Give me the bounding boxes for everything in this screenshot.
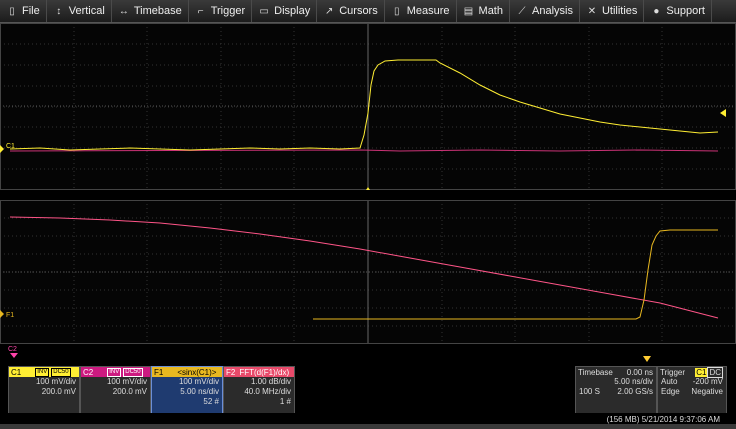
menu-support[interactable]: ● Support [644,0,712,22]
timebase-tile[interactable]: Timebase 0.00 ns 5.00 ns/div 100 S 2.00 … [575,366,657,414]
trigger-source: C1 [695,367,708,377]
menu-file[interactable]: ▯ File [0,0,47,22]
trigger-mode: Auto [661,377,678,386]
trigger-tile[interactable]: Trigger C1 DC Auto -200 mV Edge Negative [657,366,727,414]
ground-marker-c1 [0,145,4,153]
timebase-label: Timebase [578,367,613,377]
file-icon: ▯ [9,5,15,17]
ground-marker-c2 [10,353,18,358]
menu-bar: ▯ File ↕ Vertical ↔ Timebase ⌐ Trigger ▭ Disp… [0,0,736,23]
tools-icon: ✕ [587,5,597,17]
menu-analysis[interactable]: ⟋ Analysis [510,0,580,22]
math-formula: FFT(d(F1)/dx) [239,367,290,377]
channel-tile-c1[interactable]: C1 INV DC50 100 mV/div 200.0 mV [8,366,80,414]
timebase-scale: 5.00 ns/div [614,377,653,386]
trace-f1 [313,229,718,320]
trace-f2 [9,216,719,319]
menu-trigger[interactable]: ⌐ Trigger [189,0,253,22]
trigger-coupling: DC [707,366,723,378]
bottom-bar [0,424,736,429]
waveform-grid-bottom[interactable]: F1 [0,200,736,344]
menu-timebase[interactable]: ↔ Timebase [112,0,189,22]
vertical-offset: 200.0 mV [41,387,76,396]
trigger-slope: Negative [691,387,723,396]
waveform-grid-top[interactable]: C1 [0,23,736,190]
menu-vertical[interactable]: ↕ Vertical [47,0,112,22]
trace-label-c2: C2 [8,346,17,353]
cursor-icon: ↗ [325,5,334,17]
channel-name: C1 [11,367,22,377]
trace-c1 [9,59,719,151]
menu-cursors[interactable]: ↗ Cursors [317,0,385,22]
channel-name: C2 [83,367,94,377]
info-icon: ● [653,5,660,17]
status-text: (156 MB) 5/21/2014 9:37:06 AM [606,415,720,424]
grid-separator [0,190,736,200]
chart-icon: ⟋ [518,5,526,17]
invert-badge: INV [107,367,122,377]
invert-badge: INV [35,367,50,377]
ground-marker-f1 [0,310,4,318]
trigger-level-marker [720,109,726,117]
vertical-scale: 100 mV/div [106,377,147,386]
coupling-badge: DC50 [123,367,143,377]
menu-utilities[interactable]: ✕ Utilities [580,0,645,22]
coupling-badge: DC50 [51,367,71,377]
vertical-offset: 200.0 mV [112,387,147,396]
marker-strip: C2 [8,346,651,362]
trigger-type: Edge [661,387,680,396]
math-formula: <sinx(C1)> [177,367,217,377]
display-icon: ▭ [259,5,269,17]
menu-display[interactable]: ▭ Display [252,0,318,22]
trigger-icon: ⌐ [197,5,204,17]
trigger-label: Trigger [660,367,686,377]
sample-count: 100 S [579,387,600,396]
trigger-level: -200 mV [692,377,723,386]
math-tile-f2[interactable]: F2 FFT(d(F1)/dx) 1.00 dB/div 40.0 MHz/di… [223,366,295,414]
math-name: F1 [154,367,164,377]
timebase-delay: 0.00 ns [626,367,653,377]
trace-label-c1: C1 [6,143,15,150]
measure-icon: ▯ [393,5,400,17]
sweep-count: 1 # [279,397,291,406]
menu-math[interactable]: ▤ Math [457,0,510,22]
time-scale: 5.00 ns/div [180,387,219,396]
sample-rate: 2.00 GS/s [617,387,653,396]
math-icon: ▤ [463,5,474,17]
math-tile-f1[interactable]: F1 <sinx(C1)> 100 mV/div 5.00 ns/div 52 … [151,366,223,414]
sweep-count: 52 # [203,397,219,406]
trace-c2 [9,149,719,152]
vertical-scale: 1.00 dB/div [250,377,291,386]
trace-label-f1: F1 [6,312,14,319]
vertical-scale: 100 mV/div [35,377,76,386]
frequency-scale: 40.0 MHz/div [244,387,291,396]
math-name: F2 [226,367,236,377]
vertical-scale: 100 mV/div [178,377,219,386]
menu-measure[interactable]: ▯ Measure [385,0,457,22]
horizontal-arrow-icon: ↔ [118,5,129,17]
channel-tile-c2[interactable]: C2 INV DC50 100 mV/div 200.0 mV [80,366,151,414]
vertical-arrow-icon: ↕ [56,5,62,17]
